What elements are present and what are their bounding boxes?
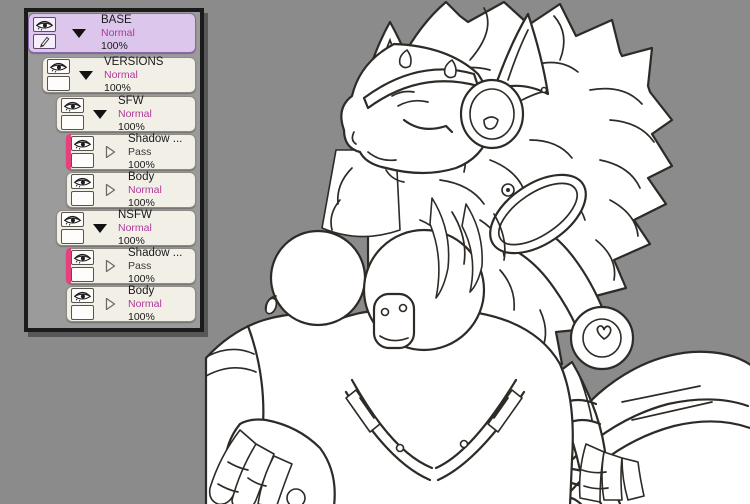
eye-icon bbox=[73, 253, 92, 264]
triangle-down-icon bbox=[79, 70, 93, 80]
layer-name: Shadow ... bbox=[128, 132, 183, 145]
layer-row-nsfw-shadow[interactable]: Shadow ... Pass 100% bbox=[66, 246, 196, 285]
layer-row-nsfw-body[interactable]: Body Normal 100% bbox=[66, 284, 196, 323]
blank-box[interactable] bbox=[71, 153, 94, 168]
visibility-toggle[interactable] bbox=[61, 98, 84, 113]
blank-box[interactable] bbox=[71, 191, 94, 206]
layer-opacity: 100% bbox=[118, 120, 145, 133]
pencil-icon bbox=[39, 36, 50, 48]
visibility-toggle[interactable] bbox=[33, 17, 56, 32]
triangle-right-icon bbox=[105, 297, 115, 311]
layer-name: Shadow ... bbox=[128, 246, 183, 259]
layers-panel: BASE Normal 100% VERSIONS Normal 100% SF… bbox=[24, 8, 204, 332]
eye-icon bbox=[49, 62, 68, 73]
eye-icon bbox=[63, 101, 82, 112]
triangle-down-icon bbox=[72, 28, 86, 38]
expand-toggle[interactable] bbox=[99, 183, 121, 197]
triangle-down-icon bbox=[93, 223, 107, 233]
layer-name: Body bbox=[128, 284, 155, 297]
layer-row-versions[interactable]: VERSIONS Normal 100% bbox=[42, 55, 196, 94]
clipping-stripe bbox=[66, 248, 71, 284]
layer-name: Body bbox=[128, 170, 155, 183]
eye-icon bbox=[73, 291, 92, 302]
layer-opacity: 100% bbox=[128, 272, 155, 285]
layer-row-sfw-shadow[interactable]: Shadow ... Pass 100% bbox=[66, 132, 196, 171]
layer-opacity: 100% bbox=[101, 39, 128, 52]
layer-row-sfw[interactable]: SFW Normal 100% bbox=[56, 94, 196, 133]
blank-box[interactable] bbox=[71, 267, 94, 282]
collapse-toggle[interactable] bbox=[68, 28, 90, 38]
layer-row-base[interactable]: BASE Normal 100% bbox=[28, 13, 196, 53]
layer-name: VERSIONS bbox=[104, 55, 164, 68]
visibility-toggle[interactable] bbox=[71, 250, 94, 265]
layer-mode: Pass bbox=[128, 260, 152, 273]
layer-mode: Normal bbox=[104, 69, 138, 82]
layer-mode: Normal bbox=[118, 108, 152, 121]
layer-opacity: 100% bbox=[128, 158, 155, 171]
layer-mode: Pass bbox=[128, 146, 152, 159]
layer-name: BASE bbox=[101, 13, 132, 26]
eye-icon bbox=[73, 139, 92, 150]
layer-row-nsfw[interactable]: NSFW Normal 100% bbox=[56, 208, 196, 247]
layer-opacity: 100% bbox=[104, 81, 131, 94]
layer-opacity: 100% bbox=[118, 234, 145, 247]
expand-toggle[interactable] bbox=[99, 259, 121, 273]
triangle-right-icon bbox=[105, 259, 115, 273]
visibility-toggle[interactable] bbox=[61, 212, 84, 227]
layer-opacity: 100% bbox=[128, 310, 155, 323]
expand-toggle[interactable] bbox=[99, 145, 121, 159]
layer-row-sfw-body[interactable]: Body Normal 100% bbox=[66, 170, 196, 209]
layer-opacity: 100% bbox=[128, 196, 155, 209]
triangle-right-icon bbox=[105, 145, 115, 159]
collapse-toggle[interactable] bbox=[75, 70, 97, 80]
blank-box[interactable] bbox=[71, 305, 94, 320]
blank-box[interactable] bbox=[61, 115, 84, 130]
expand-toggle[interactable] bbox=[99, 297, 121, 311]
visibility-toggle[interactable] bbox=[71, 136, 94, 151]
collapse-toggle[interactable] bbox=[89, 223, 111, 233]
layer-mode: Normal bbox=[118, 222, 152, 235]
layer-name: NSFW bbox=[118, 208, 152, 221]
eye-icon bbox=[63, 215, 82, 226]
eye-icon bbox=[73, 177, 92, 188]
layer-mode: Normal bbox=[101, 27, 135, 40]
eye-icon bbox=[35, 20, 54, 31]
triangle-down-icon bbox=[93, 109, 107, 119]
visibility-toggle[interactable] bbox=[47, 59, 70, 74]
layer-mode: Normal bbox=[128, 184, 162, 197]
visibility-toggle[interactable] bbox=[71, 174, 94, 189]
blank-box[interactable] bbox=[61, 229, 84, 244]
collapse-toggle[interactable] bbox=[89, 109, 111, 119]
blank-box[interactable] bbox=[47, 76, 70, 91]
app-canvas[interactable]: BASE Normal 100% VERSIONS Normal 100% SF… bbox=[0, 0, 750, 504]
layer-name: SFW bbox=[118, 94, 144, 107]
layer-mode: Normal bbox=[128, 298, 162, 311]
visibility-toggle[interactable] bbox=[71, 288, 94, 303]
clipping-stripe bbox=[66, 134, 71, 170]
edit-toggle[interactable] bbox=[33, 34, 56, 49]
triangle-right-icon bbox=[105, 183, 115, 197]
